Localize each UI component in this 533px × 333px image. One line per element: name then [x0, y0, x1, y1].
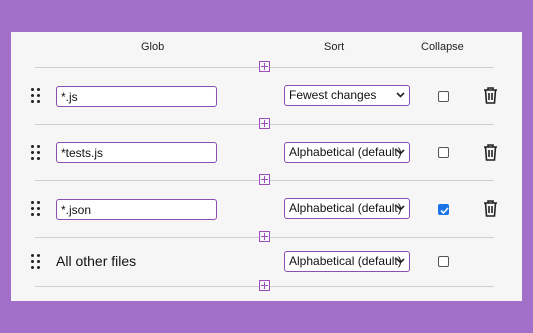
- add-rule-plus-icon[interactable]: [259, 231, 270, 242]
- trash-icon[interactable]: [483, 200, 498, 217]
- sort-select[interactable]: Alphabetical (default): [284, 142, 410, 163]
- add-rule-plus-icon[interactable]: [259, 280, 270, 291]
- glob-input[interactable]: [56, 199, 217, 220]
- sort-select-value: Alphabetical (default): [289, 201, 402, 215]
- sort-select-value: Alphabetical (default): [289, 145, 402, 159]
- all-other-files-label: All other files: [56, 253, 137, 269]
- drag-handle-icon[interactable]: [31, 88, 40, 103]
- collapse-checkbox[interactable]: [438, 147, 449, 158]
- drag-handle-icon[interactable]: [31, 201, 40, 216]
- checkmark-icon: [440, 207, 449, 215]
- chevron-down-icon: [396, 258, 405, 264]
- chevron-down-icon: [396, 92, 405, 98]
- glob-input[interactable]: [56, 142, 217, 163]
- chevron-down-icon: [396, 205, 405, 211]
- sort-select[interactable]: Fewest changes: [284, 85, 410, 106]
- sort-select-value: Alphabetical (default): [289, 254, 402, 268]
- collapse-column-header: Collapse: [421, 41, 464, 53]
- sort-select[interactable]: Alphabetical (default): [284, 251, 410, 272]
- drag-handle-icon[interactable]: [31, 145, 40, 160]
- sort-select[interactable]: Alphabetical (default): [284, 198, 410, 219]
- add-rule-plus-icon[interactable]: [259, 174, 270, 185]
- sort-select-value: Fewest changes: [289, 88, 377, 102]
- add-rule-plus-icon[interactable]: [259, 118, 270, 129]
- glob-input[interactable]: [56, 86, 217, 107]
- drag-handle-icon[interactable]: [31, 254, 40, 269]
- sort-column-header: Sort: [324, 41, 345, 53]
- trash-icon[interactable]: [483, 144, 498, 161]
- trash-icon[interactable]: [483, 87, 498, 104]
- add-rule-plus-icon[interactable]: [259, 61, 270, 72]
- collapse-checkbox[interactable]: [438, 91, 449, 102]
- glob-column-header: Glob: [141, 41, 165, 53]
- chevron-down-icon: [396, 149, 405, 155]
- collapse-checkbox[interactable]: [438, 204, 449, 215]
- collapse-checkbox[interactable]: [438, 256, 449, 267]
